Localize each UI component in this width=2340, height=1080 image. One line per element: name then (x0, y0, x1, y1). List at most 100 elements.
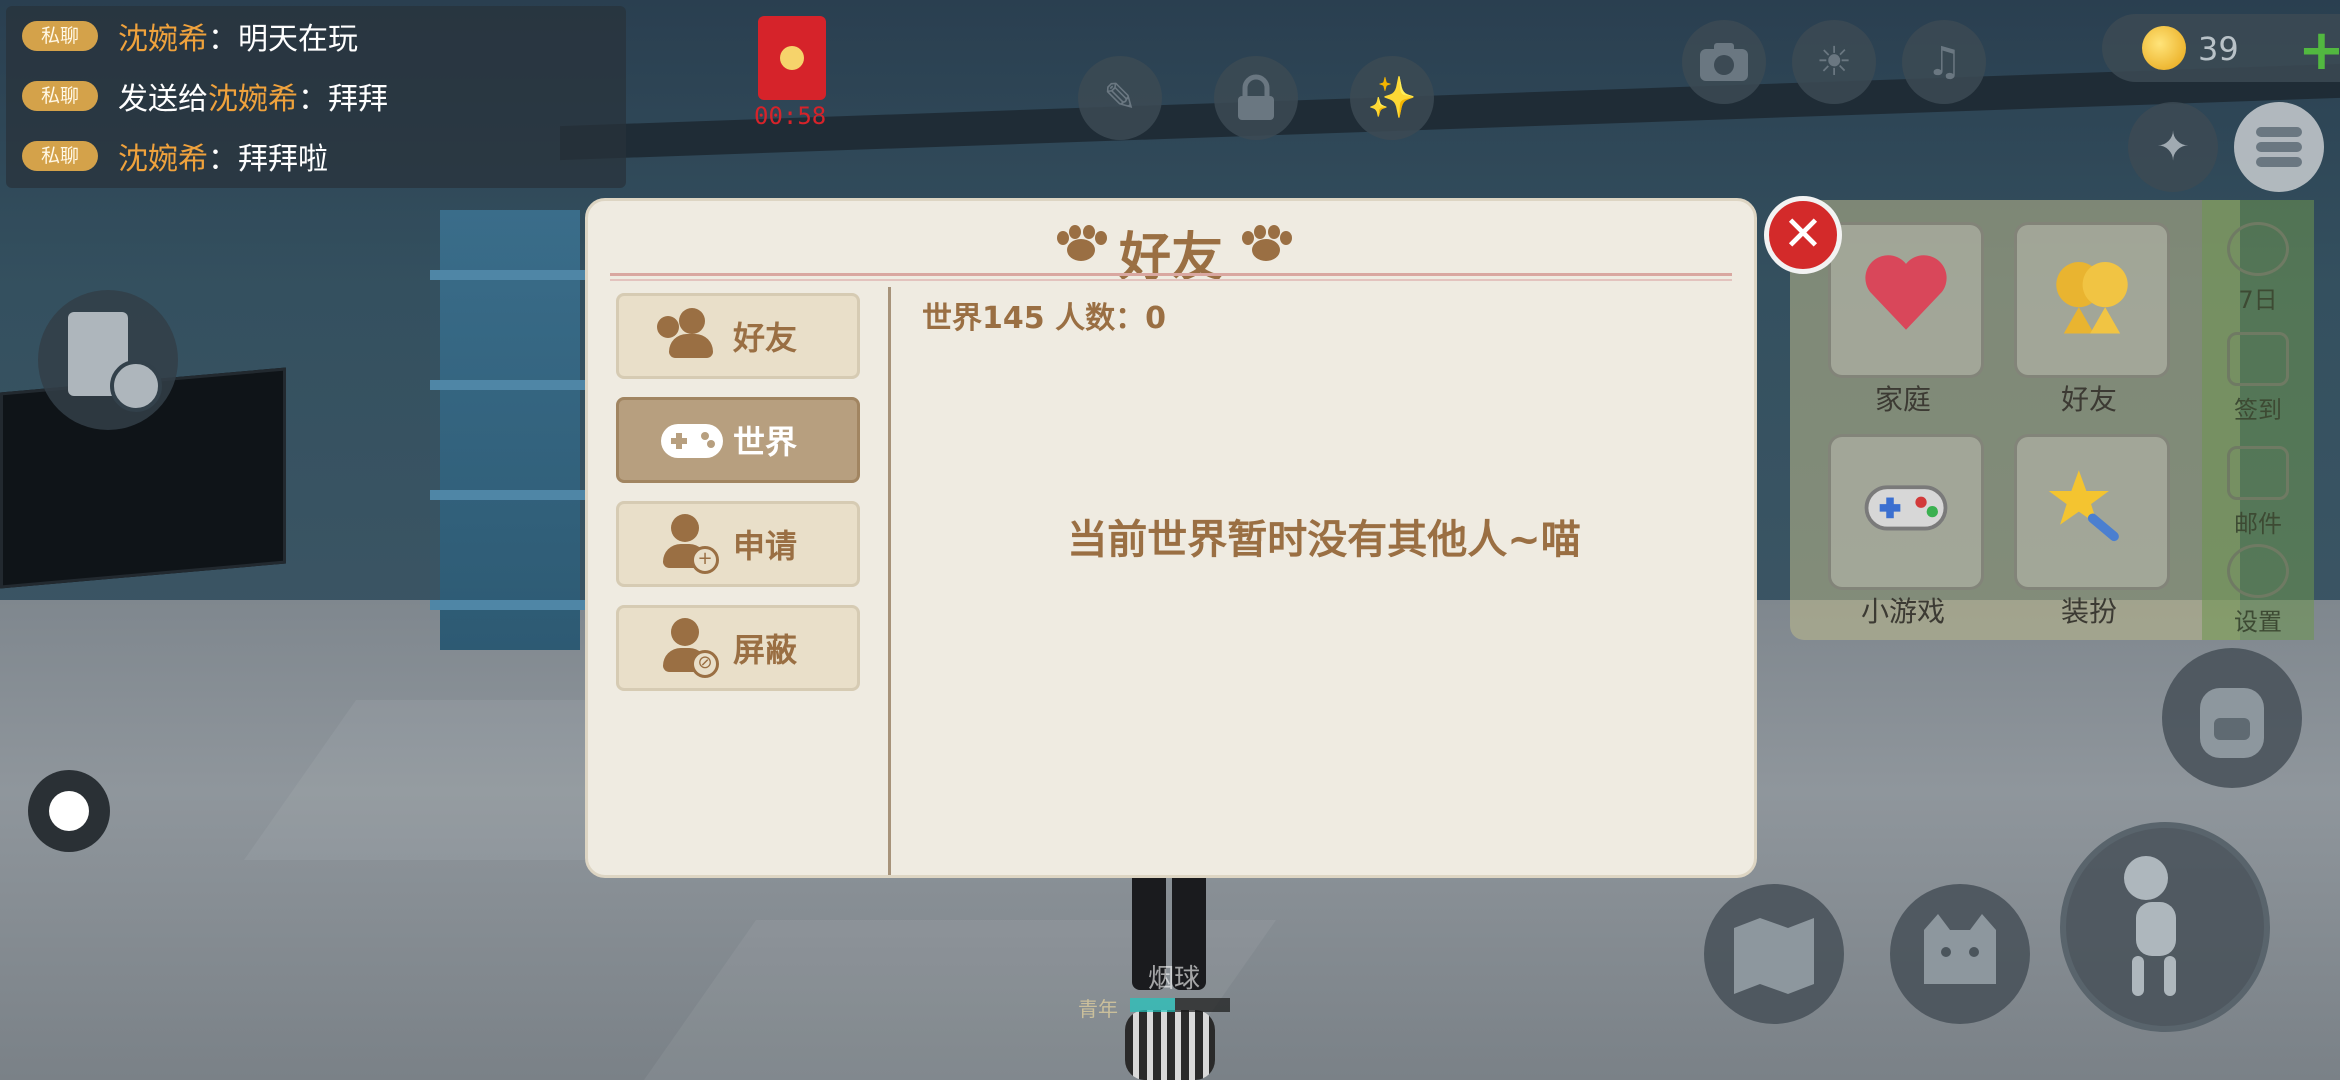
empty-state-message: 当前世界暂时没有其他人~喵 (1067, 517, 1581, 563)
seven-day-label: 7日 (2238, 286, 2278, 314)
chat-prefix: 发送给 (118, 82, 208, 117)
player-name: 烟球 (1148, 964, 1201, 994)
fireworks-button[interactable]: ✨ (1350, 56, 1434, 140)
music-icon: ♫ (1926, 39, 1962, 85)
magic-wand-icon (2048, 470, 2119, 542)
friends-icon (2056, 262, 2128, 334)
paw-coin-icon (2142, 26, 2186, 70)
magic-wand-button[interactable]: ✦ (2128, 102, 2218, 192)
brush-button[interactable]: ✎ (1078, 56, 1162, 140)
block-user-icon: ⊘ (657, 618, 727, 678)
red-packet-timer: 00:58 (754, 102, 827, 130)
chat-separator: ： (208, 142, 238, 177)
minigame-label: 小游戏 (1860, 595, 1945, 628)
tab-requests[interactable]: + 申请 (616, 501, 860, 587)
tab-world[interactable]: 世界 (616, 397, 860, 483)
cat-face-icon (1924, 914, 1996, 984)
paw-seal-icon (780, 46, 804, 70)
tab-friends-label: 好友 (733, 319, 798, 357)
family-label: 家庭 (1874, 383, 1931, 416)
heart-icon (1865, 255, 1947, 330)
add-coins-button[interactable]: + (2298, 18, 2340, 83)
red-packet-button[interactable] (758, 16, 826, 100)
player-level-fill (1130, 998, 1175, 1012)
family-tile[interactable] (1828, 222, 1984, 378)
gamepad-icon (1864, 485, 1948, 531)
dressup-label: 装扮 (2060, 595, 2117, 628)
friends-dialog: 好友 好友 世界 + 申请 ⊘ 屏蔽 世界145 人数：0 当前世界暂时没有其他… (585, 198, 1757, 878)
mail-label: 邮件 (2234, 510, 2282, 538)
chat-message: 私聊 发送给 沈婉希 ： 拜拜 (22, 74, 388, 118)
map-icon (1734, 918, 1814, 994)
chat-panel[interactable]: 私聊 沈婉希 ： 明天在玩 私聊 发送给 沈婉希 ： 拜拜 私聊 沈婉希 ： 拜… (6, 6, 626, 188)
gamepad-icon (661, 424, 723, 458)
seven-day-icon (2227, 222, 2289, 276)
tab-requests-label: 申请 (733, 527, 798, 565)
clock-icon (110, 360, 162, 412)
friends-tile[interactable] (2014, 222, 2170, 378)
tab-blocked[interactable]: ⊘ 屏蔽 (616, 605, 860, 691)
camera-button[interactable] (1682, 20, 1766, 104)
tab-world-label: 世界 (733, 423, 798, 461)
map-button[interactable] (1704, 884, 1844, 1024)
tab-blocked-label: 屏蔽 (733, 631, 798, 669)
close-dialog-button[interactable]: ✕ (1764, 196, 1842, 274)
fireworks-icon: ✨ (1367, 75, 1417, 121)
backpack-button[interactable] (2162, 648, 2302, 788)
chat-sender-name[interactable]: 沈婉希 (118, 134, 208, 178)
jump-button[interactable] (2060, 822, 2270, 1032)
mail-icon (2227, 446, 2289, 500)
settings-button[interactable]: 设置 (2202, 544, 2314, 637)
player-level-bar (1130, 998, 1230, 1012)
checkin-label: 签到 (2234, 396, 2282, 424)
close-icon: ✕ (1782, 206, 1824, 262)
character-shoes (1125, 1010, 1215, 1080)
backpack-icon (2200, 688, 2264, 758)
private-chat-tag: 私聊 (22, 21, 98, 51)
chat-separator: ： (298, 82, 328, 117)
music-button[interactable]: ♫ (1902, 20, 1986, 104)
world-info: 世界145 人数：0 (922, 301, 1166, 336)
task-log-button[interactable] (38, 290, 178, 430)
minigame-tile[interactable] (1828, 434, 1984, 590)
checkin-icon (2227, 332, 2289, 386)
shelf-board (430, 270, 590, 280)
private-chat-tag: 私聊 (22, 81, 98, 111)
title-divider (610, 279, 1732, 281)
shelf-board (430, 600, 590, 610)
seven-day-button[interactable]: 7日 (2202, 222, 2314, 315)
lock-icon (1238, 74, 1274, 120)
shelf-board (430, 490, 590, 500)
add-friend-icon: + (657, 514, 727, 574)
shelf-board (430, 380, 590, 390)
jump-character-icon (2124, 856, 2176, 996)
menu-icon (2256, 127, 2302, 167)
settings-label: 设置 (2234, 608, 2282, 636)
chat-text: 明天在玩 (238, 22, 358, 57)
checkin-button[interactable]: 签到 (2202, 332, 2314, 425)
friends-icon (657, 306, 727, 366)
sun-icon: ☀ (1816, 39, 1852, 85)
magic-wand-icon: ✦ (2156, 124, 2190, 170)
chat-text: 拜拜 (328, 82, 388, 117)
chat-text: 拜拜啦 (238, 142, 328, 177)
menu-button[interactable] (2234, 102, 2324, 192)
settings-icon (2227, 544, 2289, 598)
chat-message: 私聊 沈婉希 ： 明天在玩 (22, 14, 358, 58)
lock-button[interactable] (1214, 56, 1298, 140)
movement-joystick[interactable] (28, 770, 110, 852)
chat-separator: ： (208, 22, 238, 57)
sun-button[interactable]: ☀ (1792, 20, 1876, 104)
tab-friends[interactable]: 好友 (616, 293, 860, 379)
chat-message: 私聊 沈婉希 ： 拜拜啦 (22, 134, 328, 178)
brush-icon: ✎ (1103, 75, 1137, 121)
paw-icon (1238, 225, 1294, 265)
coin-value: 39 (2198, 30, 2239, 68)
emote-button[interactable] (1890, 884, 2030, 1024)
camera-icon (1700, 43, 1748, 81)
mail-button[interactable]: 邮件 (2202, 446, 2314, 539)
friends-label: 好友 (2060, 383, 2117, 416)
chat-recipient-name[interactable]: 沈婉希 (208, 74, 298, 118)
dressup-tile[interactable] (2014, 434, 2170, 590)
chat-sender-name[interactable]: 沈婉希 (118, 14, 208, 58)
